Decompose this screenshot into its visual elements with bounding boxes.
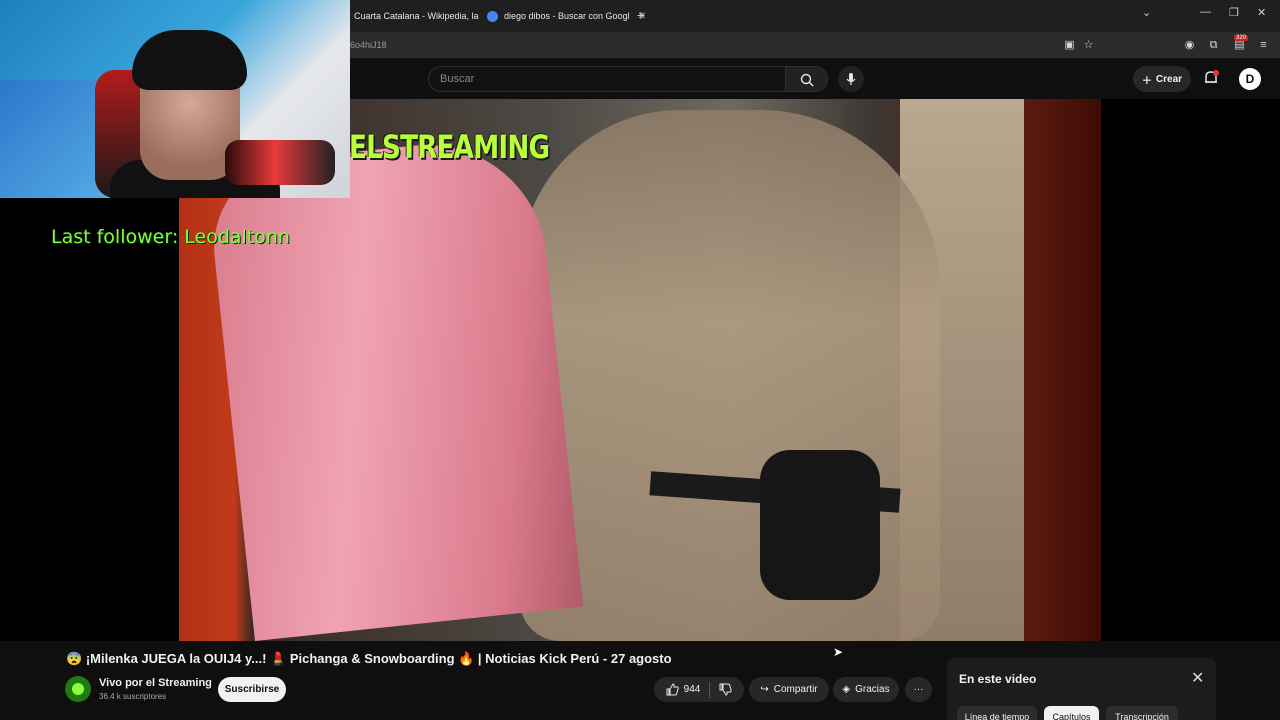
microphone-icon [846, 73, 856, 85]
thumbs-up-icon[interactable] [666, 683, 679, 696]
thanks-label: Gracias [855, 684, 890, 695]
search-input[interactable]: Buscar [428, 66, 786, 92]
share-icon: ↪ [760, 684, 769, 695]
extensions-icon[interactable]: ⧉ [1207, 39, 1220, 52]
screen: Cuarta Catalana - Wikipedia, la ✕ diego … [0, 0, 1280, 720]
install-app-icon[interactable]: ▣ [1063, 39, 1076, 52]
stream-brand-text: ELSTREAMING [349, 128, 550, 166]
tab-google-search[interactable]: diego dibos - Buscar con Googl ✕ [487, 6, 646, 26]
extension-badge: 320 [1234, 35, 1249, 41]
panel-title: En este video [959, 672, 1037, 686]
search-placeholder: Buscar [440, 73, 475, 85]
share-button[interactable]: ↪ Compartir [749, 677, 829, 702]
thumbs-down-icon[interactable] [719, 683, 733, 696]
tab-search-icon[interactable]: ⌄ [1142, 6, 1151, 19]
profile-icon[interactable]: ◉ [1183, 39, 1196, 52]
voice-search-button[interactable] [838, 66, 864, 92]
like-count[interactable]: 944 [684, 684, 701, 695]
video-title: 😨 ¡Milenka JUEGA la OUIJ4 y...! 💄 Pichan… [66, 651, 672, 667]
channel-avatar[interactable] [65, 676, 91, 702]
webcam-microphone [225, 140, 335, 185]
account-avatar[interactable]: D [1239, 68, 1261, 90]
share-label: Compartir [773, 684, 818, 695]
video-pink-object [205, 133, 584, 641]
mouse-cursor-icon: ➤ [833, 645, 844, 659]
subscribe-button[interactable]: Suscribirse [218, 677, 286, 702]
last-follower-text: Last follower: Leodaltonn [51, 226, 290, 248]
more-actions-button[interactable]: ··· [905, 677, 932, 702]
chip-transcript[interactable]: Transcripción [1106, 706, 1178, 720]
like-dislike-group: 944 [654, 677, 744, 702]
video-bag [760, 450, 880, 600]
close-window-icon[interactable]: ✕ [1257, 6, 1266, 19]
like-divider [709, 681, 711, 698]
close-icon[interactable]: ✕ [1191, 668, 1204, 688]
restore-icon[interactable]: ❐ [1229, 6, 1239, 19]
webcam-streamer-hair [132, 30, 247, 90]
plus-icon: ＋ [1141, 75, 1152, 87]
google-icon [487, 10, 498, 22]
bookmark-star-icon[interactable]: ☆ [1082, 39, 1095, 52]
title-emoji: 😨 [66, 651, 83, 666]
chip-chapters[interactable]: Capítulos [1044, 706, 1099, 720]
menu-icon[interactable]: ≡ [1257, 39, 1270, 52]
channel-subscriber-count: 36.4 k suscriptores [99, 692, 167, 701]
minimize-icon[interactable]: — [1200, 6, 1211, 18]
tab-label: diego dibos - Buscar con Googl [504, 11, 630, 21]
create-button[interactable]: ＋ Crear [1133, 66, 1191, 92]
thanks-button[interactable]: ◈ Gracias [833, 677, 899, 702]
create-label: Crear [1155, 73, 1183, 85]
tab-wikipedia[interactable]: Cuarta Catalana - Wikipedia, la ✕ [337, 6, 495, 26]
title-text: ¡Milenka JUEGA la OUIJ4 y...! 💄 Pichanga… [85, 651, 672, 666]
in-this-video-panel: En este video ✕ Línea de tiempo Capítulo… [947, 658, 1216, 720]
chip-timeline[interactable]: Línea de tiempo [957, 706, 1037, 720]
url-text[interactable]: 6o4hiJ18 [350, 40, 387, 50]
new-tab-icon[interactable]: + [637, 7, 645, 23]
webcam-overlay [0, 0, 350, 198]
notifications-bell-icon[interactable] [1202, 69, 1220, 87]
channel-name[interactable]: Vivo por el Streaming [99, 677, 212, 689]
super-thanks-icon: ◈ [842, 684, 851, 695]
search-button[interactable] [786, 66, 828, 92]
more-icon: ··· [913, 684, 924, 695]
search-icon [800, 73, 814, 87]
tab-label: Cuarta Catalana - Wikipedia, la [354, 11, 479, 21]
